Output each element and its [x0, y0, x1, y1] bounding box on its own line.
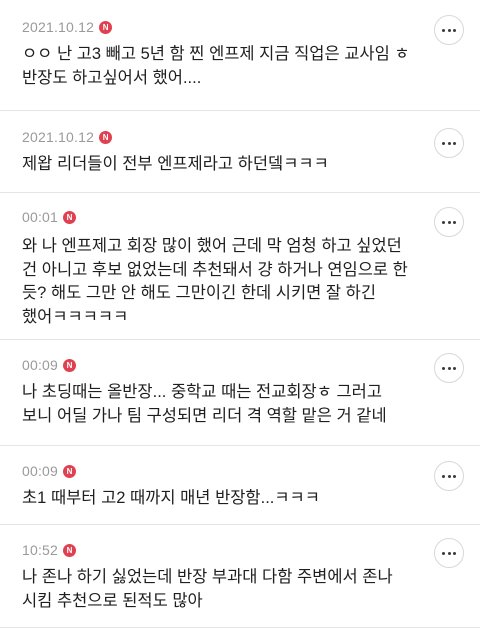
new-badge-icon: N	[99, 20, 113, 34]
more-horizontal-icon	[442, 28, 456, 32]
comment-time: 00:09	[22, 357, 59, 373]
comment-text: 나 초딩때는 올반장... 중학교 때는 전교회장ㅎ 그러고 보니 어딜 가나 …	[22, 383, 387, 425]
comment-item: 2021.10.12 N 제왑 리더들이 전부 엔프제라고 하던뎈ㅋㅋㅋ	[0, 111, 480, 193]
comment-text: 제왑 리더들이 전부 엔프제라고 하던뎈ㅋㅋㅋ	[22, 155, 329, 173]
comment-time: 10:52	[22, 542, 59, 558]
comment-meta: 00:01 N	[22, 207, 410, 227]
comment-time: 2021.10.12	[22, 19, 95, 35]
comment-list: 2021.10.12 N ㅇㅇ 난 고3 빼고 5년 함 찐 엔프제 지금 직업…	[0, 0, 480, 628]
comment-item: 00:01 N 와 나 엔프제고 회장 많이 했어 근데 막 엄청 하고 싶었던…	[0, 193, 480, 340]
comment-item: 2021.10.12 N ㅇㅇ 난 고3 빼고 5년 함 찐 엔프제 지금 직업…	[0, 0, 480, 111]
more-horizontal-icon	[442, 474, 456, 478]
comment-meta: 00:09 N	[22, 355, 410, 375]
comment-text: ㅇㅇ 난 고3 빼고 5년 함 찐 엔프제 지금 직업은 교사임 ㅎ 반장도 하…	[22, 45, 410, 87]
more-horizontal-icon	[442, 141, 456, 145]
comment-meta: 2021.10.12 N	[22, 17, 410, 37]
more-horizontal-icon	[442, 220, 456, 224]
more-horizontal-icon	[442, 366, 456, 370]
new-badge-icon: N	[99, 130, 113, 144]
new-badge-icon: N	[63, 543, 77, 557]
more-options-button[interactable]	[434, 15, 464, 45]
more-options-button[interactable]	[434, 128, 464, 158]
more-options-button[interactable]	[434, 461, 464, 491]
comment-meta: 00:09 N	[22, 461, 410, 481]
comment-time: 2021.10.12	[22, 129, 95, 145]
new-badge-icon: N	[63, 464, 77, 478]
new-badge-icon: N	[63, 210, 77, 224]
comment-meta: 10:52 N	[22, 540, 410, 560]
comment-item: 10:52 N 나 존나 하기 싫었는데 반장 부과대 다함 주변에서 존나 시…	[0, 525, 480, 628]
comment-text: 초1 때부터 고2 때까지 매년 반장함...ㅋㅋㅋ	[22, 489, 320, 507]
comment-item: 00:09 N 초1 때부터 고2 때까지 매년 반장함...ㅋㅋㅋ	[0, 446, 480, 525]
new-badge-icon: N	[63, 358, 77, 372]
more-options-button[interactable]	[434, 207, 464, 237]
comment-text: 와 나 엔프제고 회장 많이 했어 근데 막 엄청 하고 싶었던 건 아니고 후…	[22, 237, 408, 326]
comment-meta: 2021.10.12 N	[22, 127, 410, 147]
comment-time: 00:09	[22, 463, 59, 479]
more-options-button[interactable]	[434, 538, 464, 568]
more-options-button[interactable]	[434, 353, 464, 383]
more-horizontal-icon	[442, 551, 456, 555]
comment-time: 00:01	[22, 209, 59, 225]
comment-text: 나 존나 하기 싫었는데 반장 부과대 다함 주변에서 존나 시킴 추천으로 된…	[22, 568, 393, 610]
comment-item: 00:09 N 나 초딩때는 올반장... 중학교 때는 전교회장ㅎ 그러고 보…	[0, 340, 480, 446]
